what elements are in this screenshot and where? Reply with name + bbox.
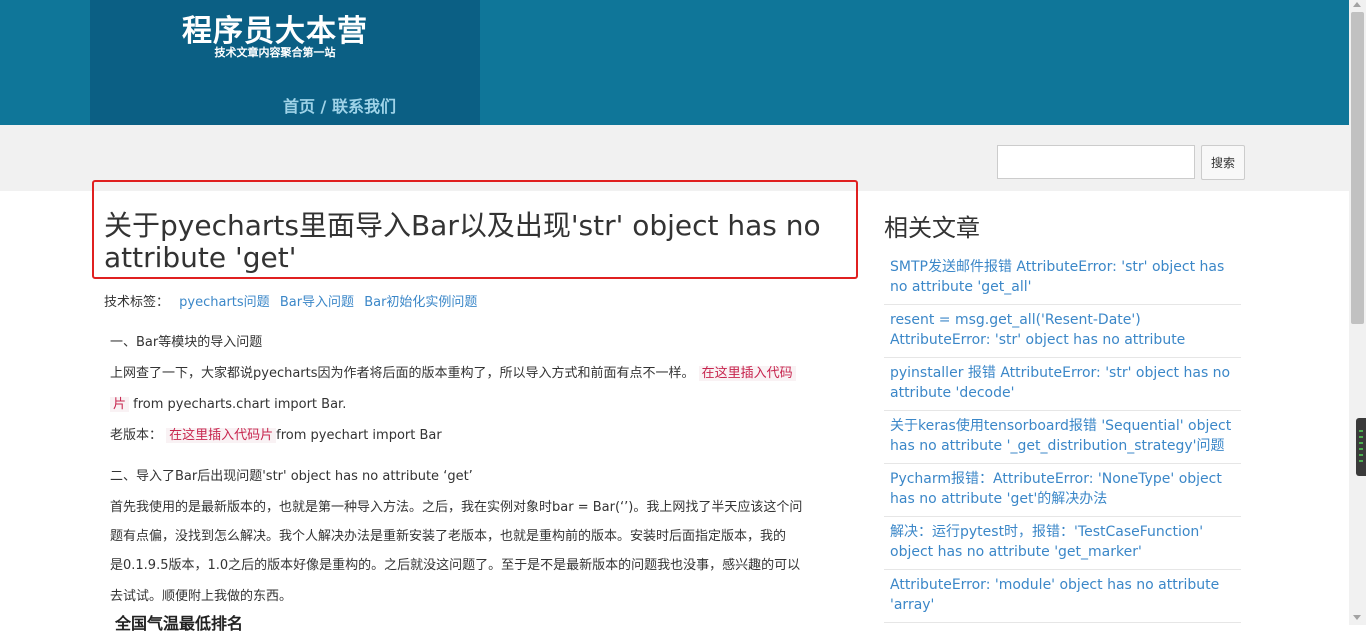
search-input[interactable] bbox=[997, 145, 1195, 179]
paragraph-3-line: 首先我使用的是最新版本的，也就是第一种导入方法。之后，我在实例对象时bar = … bbox=[110, 500, 803, 515]
tag-link-bar-init[interactable]: Bar初始化实例问题 bbox=[364, 295, 477, 310]
paragraph-3-line: 是0.1.9.5版本，1.0之后的版本好像是重构的。之后就没这问题了。至于是不是… bbox=[110, 558, 801, 573]
tag-link-pyecharts[interactable]: pyecharts问题 bbox=[179, 295, 270, 310]
widget-bar-icon bbox=[1359, 460, 1363, 462]
main-nav: 首页 / 联系我们 bbox=[90, 93, 396, 117]
related-article-item: SMTP发送邮件报错 AttributeError: 'str' object … bbox=[884, 252, 1241, 305]
paragraph-1-line-2: 片 from pyecharts.chart import Bar. bbox=[110, 393, 346, 412]
related-article-item: pyinstaller 报错 AttributeError: 'str' obj… bbox=[884, 358, 1241, 411]
article-title: 关于pyecharts里面导入Bar以及出现'str' object has n… bbox=[104, 209, 821, 274]
scroll-down-arrow-icon[interactable] bbox=[1353, 615, 1361, 620]
code-snippet-1b: 片 bbox=[110, 397, 130, 412]
code-snippet-2: 在这里插入代码片 bbox=[166, 428, 277, 443]
paragraph-2-prefix: 老版本： bbox=[110, 428, 163, 443]
widget-bar-icon bbox=[1359, 454, 1363, 456]
tag-link-bar-import[interactable]: Bar导入问题 bbox=[280, 295, 354, 310]
related-article-item: 解决：运行pytest时，报错：'TestCaseFunction' objec… bbox=[884, 517, 1241, 570]
related-article-link[interactable]: AttributeError: 'module' object has no a… bbox=[890, 575, 1235, 615]
paragraph-1-tail: from pyecharts.chart import Bar. bbox=[129, 397, 347, 412]
side-widget-icon[interactable] bbox=[1356, 418, 1366, 476]
article-tags: 技术标签： pyecharts问题 Bar导入问题 Bar初始化实例问题 bbox=[104, 291, 477, 310]
related-article-link[interactable]: SMTP发送邮件报错 AttributeError: 'str' object … bbox=[890, 257, 1235, 297]
search-button[interactable]: 搜索 bbox=[1201, 145, 1245, 180]
brand-block: 程序员大本营 技术文章内容聚合第一站 首页 / 联系我们 bbox=[90, 0, 480, 125]
scrollbar-thumb[interactable] bbox=[1351, 12, 1364, 324]
related-article-link[interactable]: Pycharm报错：AttributeError: 'NoneType' obj… bbox=[890, 469, 1235, 509]
tags-label: 技术标签： bbox=[104, 295, 170, 310]
widget-bar-icon bbox=[1359, 442, 1363, 444]
related-article-item: AttributeError: 'module' object has no a… bbox=[884, 570, 1241, 623]
related-article-link[interactable]: resent = msg.get_all('Resent-Date') Attr… bbox=[890, 310, 1235, 350]
paragraph-1-line-1: 上网查了一下，大家都说pyecharts因为作者将后面的版本重构了，所以导入方式… bbox=[110, 362, 796, 381]
widget-bar-icon bbox=[1359, 448, 1363, 450]
related-article-item: 关于keras使用tensorboard报错 'Sequential' obje… bbox=[884, 411, 1241, 464]
related-article-link[interactable]: 解决：运行pytest时，报错：'TestCaseFunction' objec… bbox=[890, 522, 1235, 562]
section-heading-1: 一、Bar等模块的导入问题 bbox=[110, 335, 263, 350]
related-article-link[interactable]: pyinstaller 报错 AttributeError: 'str' obj… bbox=[890, 363, 1235, 403]
paragraph-3-line: 去试试。顺便附上我做的东西。 bbox=[110, 589, 293, 604]
widget-bar-icon bbox=[1359, 436, 1363, 438]
paragraph-2-tail: from pyechart import Bar bbox=[276, 428, 442, 443]
related-articles-heading: 相关文章 bbox=[884, 214, 980, 242]
code-snippet-1a: 在这里插入代码 bbox=[698, 366, 796, 381]
site-subtitle: 技术文章内容聚合第一站 bbox=[214, 46, 336, 59]
nav-contact-link[interactable]: 联系我们 bbox=[332, 97, 396, 116]
related-article-item: Pycharm报错：AttributeError: 'NoneType' obj… bbox=[884, 464, 1241, 517]
widget-bar-icon bbox=[1359, 430, 1363, 432]
section-heading-2: 二、导入了Bar后出现问题'str' object has no attribu… bbox=[110, 469, 473, 484]
nav-home-link[interactable]: 首页 / bbox=[283, 97, 326, 116]
figure-title: 全国气温最低排名 bbox=[115, 614, 244, 633]
scroll-up-arrow-icon[interactable] bbox=[1353, 2, 1361, 7]
related-articles-list: SMTP发送邮件报错 AttributeError: 'str' object … bbox=[884, 252, 1241, 623]
paragraph-2: 老版本： 在这里插入代码片 from pyechart import Bar bbox=[110, 424, 442, 443]
related-article-item: resent = msg.get_all('Resent-Date') Attr… bbox=[884, 305, 1241, 358]
related-article-link[interactable]: 关于keras使用tensorboard报错 'Sequential' obje… bbox=[890, 416, 1235, 456]
paragraph-3-line: 题有点偏，没找到怎么解决。我个人解决办法是重新安装了老版本，也就是重构前的版本。… bbox=[110, 529, 787, 544]
paragraph-1-text: 上网查了一下，大家都说pyecharts因为作者将后面的版本重构了，所以导入方式… bbox=[110, 366, 695, 381]
